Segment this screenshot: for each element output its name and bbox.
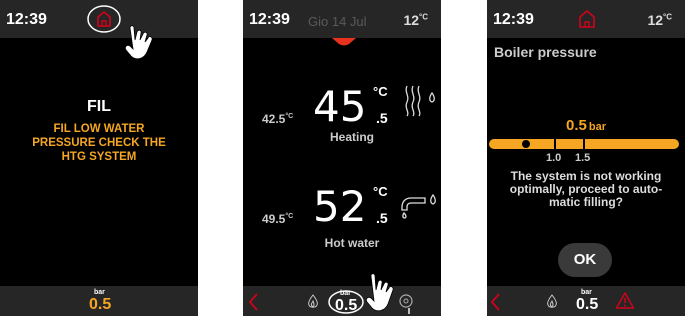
pressure-unit: bar — [94, 289, 105, 296]
faucet-icon[interactable] — [399, 192, 439, 220]
gauge-unit: bar — [588, 121, 606, 133]
top-bar: 12:39 12°C — [487, 0, 685, 38]
home-icon[interactable] — [578, 9, 596, 29]
gauge-tick-label: 1.0 — [546, 152, 562, 164]
pressure-gauge — [489, 137, 679, 151]
pressure-value[interactable]: 0.5 — [576, 296, 598, 314]
heating-temp: 45 — [313, 82, 367, 131]
bottom-bar: bar 0.5 — [0, 286, 198, 316]
alarm-heading: FIL — [87, 98, 111, 115]
screen-home: 12:39 Gio 14 Jul 12°C 42.5°C 45 °C .5 He… — [243, 0, 441, 316]
gauge-value: 0.5 — [566, 117, 587, 134]
clock: 12:39 — [6, 11, 47, 28]
screen-boiler-pressure: 12:39 12°C Boiler pressure 0.5 bar 1.0 1.… — [487, 0, 685, 316]
radiator-icon[interactable] — [403, 84, 439, 118]
gauge-tick-1-0 — [554, 137, 556, 151]
hotwater-decimal: .5 — [376, 210, 388, 226]
confirm-message: The system is not working optimally, pro… — [487, 170, 685, 209]
top-bar: 12:39 Gio 14 Jul 12°C — [243, 0, 441, 38]
heating-setpoint: 42.5°C — [262, 112, 294, 126]
pressure-unit: bar — [581, 289, 592, 296]
page-title: Boiler pressure — [494, 44, 597, 60]
ok-button[interactable]: OK — [558, 243, 612, 277]
message-line: matic filling? — [548, 195, 623, 209]
bottom-bar: bar 0.5 — [243, 286, 441, 316]
gauge-tick-label: 1.5 — [575, 152, 591, 164]
home-icon[interactable] — [86, 3, 122, 35]
clock: 12:39 — [249, 11, 290, 28]
pressure-value[interactable]: 0.5 — [335, 297, 357, 315]
tap-hand-icon — [365, 273, 394, 312]
heating-decimal: .5 — [376, 110, 388, 126]
heating-unit: °C — [373, 84, 388, 99]
status-indicator-icon — [332, 38, 356, 46]
gauge-readout: 0.5 bar — [487, 117, 685, 135]
gauge-marker — [522, 140, 530, 148]
heating-label: Heating — [329, 130, 374, 144]
back-arrow-icon[interactable] — [489, 292, 501, 312]
outdoor-temp: 12°C — [647, 12, 672, 28]
pressure-unit: bar — [340, 290, 351, 297]
top-bar: 12:39 — [0, 0, 198, 38]
hotwater-unit: °C — [373, 184, 388, 199]
tap-hand-icon — [124, 25, 153, 60]
gauge-tick-1-5 — [583, 137, 585, 151]
clock: 12:39 — [493, 11, 534, 28]
alarm-message: FIL LOW WATER PRESSURE CHECK THE HTG SYS… — [32, 123, 166, 163]
screen-fil-alarm: 12:39 FIL FIL LOW WATER PRESSURE CHECK T… — [0, 0, 198, 316]
hotwater-temp: 52 — [313, 182, 367, 231]
pressure-value: 0.5 — [89, 296, 112, 313]
date: Gio 14 Jul — [308, 14, 367, 29]
outdoor-temp: 12°C — [403, 12, 428, 28]
back-arrow-icon[interactable] — [247, 292, 259, 312]
flame-icon — [547, 294, 557, 308]
flame-icon — [308, 294, 318, 308]
hotwater-label: Hot water — [324, 236, 380, 250]
bottom-bar: bar 0.5 — [487, 286, 685, 316]
warning-icon[interactable] — [615, 291, 635, 310]
hotwater-setpoint: 49.5°C — [262, 212, 294, 226]
